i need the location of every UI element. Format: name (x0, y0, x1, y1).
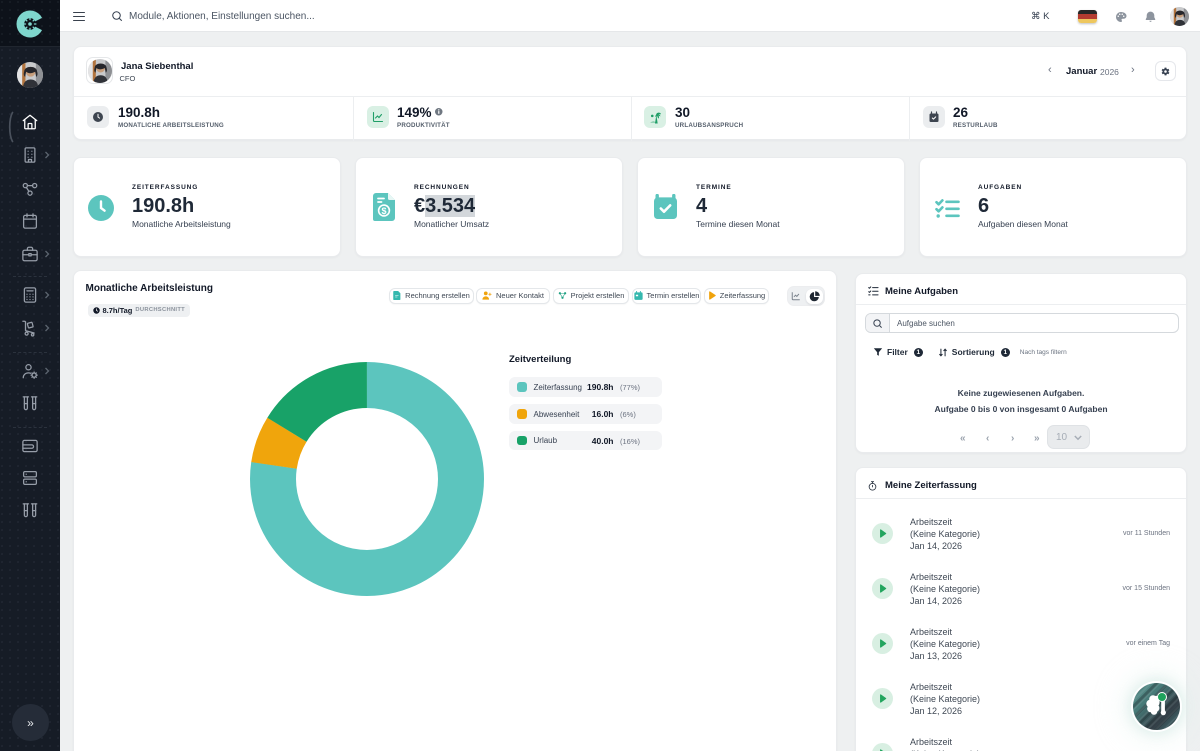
svg-text:$: $ (381, 206, 386, 216)
